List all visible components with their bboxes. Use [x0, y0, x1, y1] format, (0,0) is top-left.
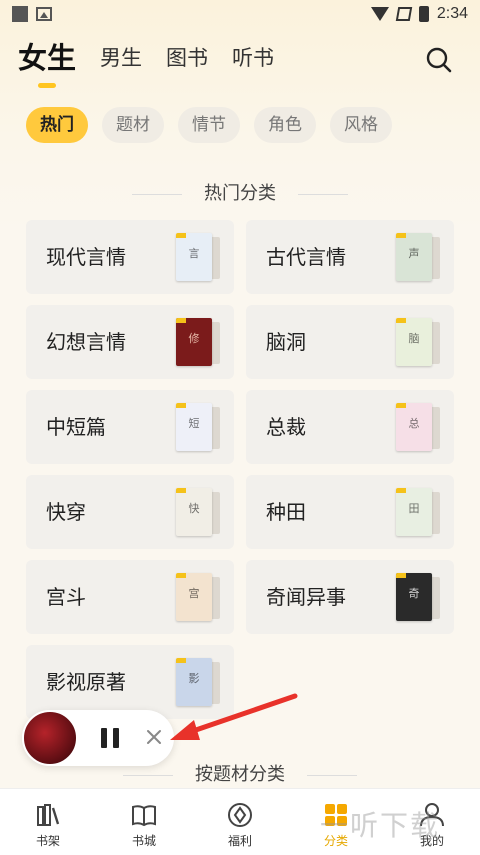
- book-cover: 声: [396, 233, 440, 281]
- bookshelf-icon: [37, 804, 60, 826]
- section-hot-label: 热门分类: [204, 183, 276, 204]
- tab-audiobooks[interactable]: 听书: [232, 40, 274, 76]
- book-cover: 修: [176, 318, 220, 366]
- divider: [123, 774, 173, 776]
- nav-category[interactable]: 分类: [288, 789, 384, 855]
- status-time: 2:34: [436, 5, 468, 22]
- category-label: 宫斗: [46, 585, 86, 609]
- category-label: 总裁: [266, 415, 306, 439]
- floating-audio-player[interactable]: [22, 710, 174, 766]
- chip-hot[interactable]: 热门: [26, 107, 88, 143]
- section-theme-label: 按题材分类: [195, 764, 285, 785]
- battery-icon: [418, 6, 429, 22]
- category-label: 种田: [266, 500, 306, 524]
- chip-plot[interactable]: 情节: [178, 107, 240, 143]
- search-icon[interactable]: [426, 47, 452, 73]
- gift-compass-icon: [228, 803, 252, 827]
- pause-icon[interactable]: [100, 728, 120, 748]
- category-card-palace[interactable]: 宫斗 宫: [26, 560, 234, 634]
- book-cover: 奇: [396, 573, 440, 621]
- category-card-ceo[interactable]: 总裁 总: [246, 390, 454, 464]
- section-title-hot: 热门分类: [0, 179, 480, 205]
- nav-label: 我的: [419, 834, 444, 848]
- nav-bookshelf[interactable]: 书架: [0, 789, 96, 855]
- book-cover: 快: [176, 488, 220, 536]
- nav-profile[interactable]: 我的: [384, 789, 480, 855]
- tab-books[interactable]: 图书: [166, 40, 208, 76]
- nav-label: 分类: [323, 834, 348, 848]
- notification-square-icon: [12, 6, 28, 22]
- nav-label: 福利: [227, 834, 252, 848]
- category-label: 中短篇: [46, 415, 106, 439]
- nav-label: 书架: [35, 834, 60, 848]
- book-cover: 脑: [396, 318, 440, 366]
- status-bar: 2:34: [0, 0, 480, 28]
- category-card-brain-hole[interactable]: 脑洞 脑: [246, 305, 454, 379]
- chip-role[interactable]: 角色: [254, 107, 316, 143]
- category-label: 脑洞: [266, 330, 306, 354]
- category-label: 快穿: [46, 500, 86, 524]
- book-cover: 总: [396, 403, 440, 451]
- no-signal-icon: [395, 7, 413, 21]
- profile-icon: [420, 803, 444, 827]
- category-grid: 现代言情 言 古代言情 声 幻想言情 修 脑洞 脑 中短篇 短 总裁 总 快穿 …: [26, 220, 454, 719]
- category-card-fantasy-romance[interactable]: 幻想言情 修: [26, 305, 234, 379]
- nav-rewards[interactable]: 福利: [192, 789, 288, 855]
- wifi-icon: [370, 7, 389, 21]
- nav-label: 书城: [131, 834, 156, 848]
- category-card-quick-travel[interactable]: 快穿 快: [26, 475, 234, 549]
- book-open-icon: [132, 805, 156, 827]
- book-cover: 宫: [176, 573, 220, 621]
- category-label: 幻想言情: [46, 330, 126, 354]
- category-label: 古代言情: [266, 245, 346, 269]
- tab-female[interactable]: 女生: [18, 40, 76, 76]
- category-card-strange-tales[interactable]: 奇闻异事 奇: [246, 560, 454, 634]
- gallery-notification-icon: [36, 7, 52, 21]
- category-card-ancient-romance[interactable]: 古代言情 声: [246, 220, 454, 294]
- category-card-farming[interactable]: 种田 田: [246, 475, 454, 549]
- book-cover: 言: [176, 233, 220, 281]
- divider: [298, 193, 348, 195]
- chip-style[interactable]: 风格: [330, 107, 392, 143]
- divider: [307, 774, 357, 776]
- annotation-arrow: [170, 693, 298, 740]
- nav-bookstore[interactable]: 书城: [96, 789, 192, 855]
- filter-chips: 热门 题材 情节 角色 风格: [26, 107, 392, 143]
- category-label: 影视原著: [46, 670, 126, 694]
- category-grid-icon: [325, 804, 347, 826]
- divider: [132, 193, 182, 195]
- player-cover-art[interactable]: [22, 710, 78, 766]
- book-cover: 短: [176, 403, 220, 451]
- category-label: 奇闻异事: [266, 585, 346, 609]
- category-card-short-story[interactable]: 中短篇 短: [26, 390, 234, 464]
- book-cover: 田: [396, 488, 440, 536]
- bottom-navigation: 书架 书城 福利 分类 我的: [0, 788, 480, 855]
- tab-male[interactable]: 男生: [100, 40, 142, 76]
- top-tabs: 女生 男生 图书 听书: [18, 40, 298, 76]
- chip-theme[interactable]: 题材: [102, 107, 164, 143]
- category-label: 现代言情: [46, 245, 126, 269]
- category-card-modern-romance[interactable]: 现代言情 言: [26, 220, 234, 294]
